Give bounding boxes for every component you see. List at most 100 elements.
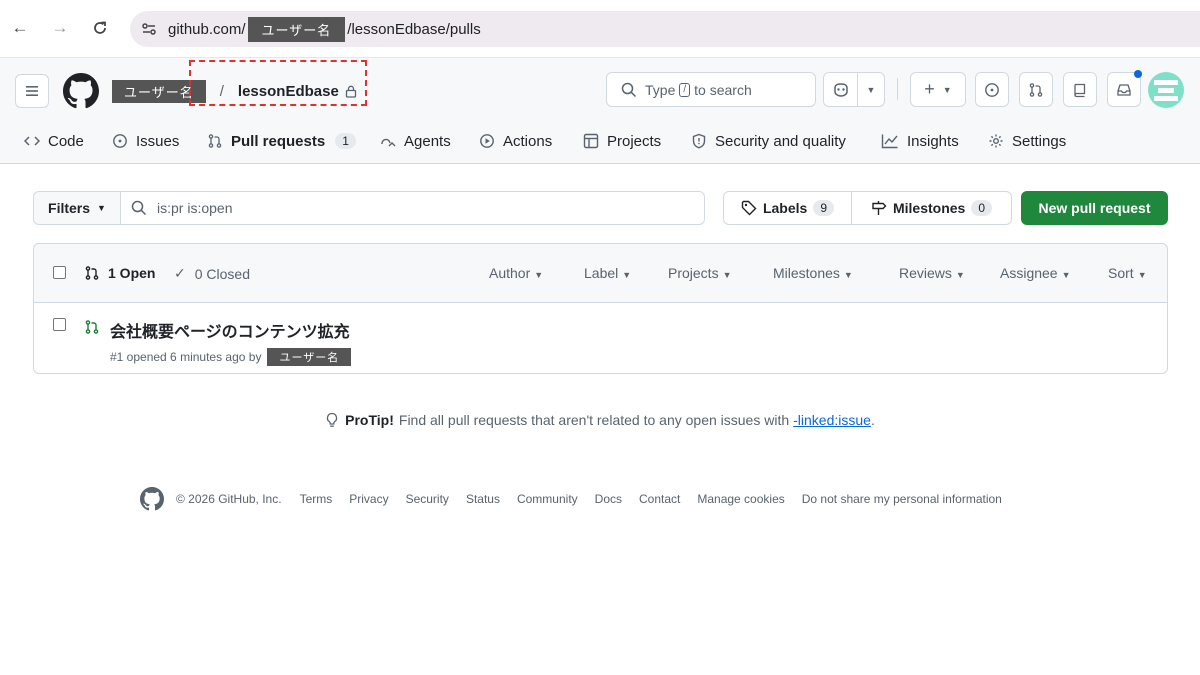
header-divider	[897, 78, 898, 100]
pull-request-meta-text: #1 opened 6 minutes ago by	[110, 350, 262, 364]
repositories-icon-button[interactable]	[1063, 72, 1097, 107]
tab-agents[interactable]: Agents	[378, 126, 451, 156]
protip-link[interactable]: -linked:issue	[793, 412, 871, 428]
author-filter[interactable]: Author ▼	[489, 265, 543, 281]
forward-icon[interactable]: →	[48, 16, 72, 40]
sort-filter[interactable]: Sort ▼	[1108, 265, 1147, 281]
protip-label: ProTip!	[345, 412, 394, 428]
tab-insights[interactable]: Insights	[881, 126, 959, 156]
back-icon[interactable]: ←	[8, 16, 32, 40]
tab-settings[interactable]: Settings	[988, 126, 1066, 156]
protip: ProTip! Find all pull requests that aren…	[0, 412, 1200, 428]
git-pull-request-open-icon	[84, 319, 100, 335]
avatar[interactable]	[1148, 72, 1184, 108]
list-item: 会社概要ページのコンテンツ拡充 #1 opened 6 minutes ago …	[34, 303, 1167, 373]
footer-link-status[interactable]: Status	[466, 492, 500, 506]
code-icon	[24, 133, 40, 149]
reload-icon[interactable]	[88, 16, 112, 40]
copilot-caret-icon[interactable]: ▼	[858, 85, 884, 95]
tab-code[interactable]: Code	[24, 126, 84, 156]
footer-link-community[interactable]: Community	[517, 492, 578, 506]
caret-down-icon: ▼	[534, 270, 544, 280]
milestones-filter[interactable]: Milestones ▼	[773, 265, 853, 281]
repo-icon	[1074, 83, 1086, 97]
row-checkbox[interactable]	[53, 318, 66, 331]
pull-requests-icon-button[interactable]	[1019, 72, 1053, 107]
filter-search-input[interactable]: is:pr is:open	[121, 200, 232, 216]
tab-settings-label: Settings	[1012, 132, 1067, 150]
labels-button[interactable]: Labels 9	[724, 192, 852, 224]
footer-link-do-not-share[interactable]: Do not share my personal information	[802, 492, 1002, 506]
closed-filter-link[interactable]: ✓ 0 Closed	[174, 265, 250, 282]
open-count-label: 1 Open	[108, 265, 156, 281]
tab-security-label: Security and quality	[715, 132, 846, 150]
footer: © 2026 GitHub, Inc. Terms Privacy Securi…	[140, 487, 1019, 511]
closed-count-label: 0 Closed	[194, 265, 250, 282]
github-header: ユーザー名 / lessonEdbase Type / to search ▼ …	[0, 58, 1200, 164]
graph-icon	[881, 133, 899, 149]
filters-button[interactable]: Filters ▼	[34, 192, 121, 224]
address-bar[interactable]: github.com/ユーザー名/lessonEdbase/pulls	[130, 11, 1200, 47]
caret-down-icon: ▼	[955, 270, 965, 280]
milestones-filter-label: Milestones	[773, 265, 840, 281]
open-filter-link[interactable]: 1 Open	[84, 265, 155, 281]
footer-link-contact[interactable]: Contact	[639, 492, 680, 506]
tab-pull-requests-label: Pull requests	[231, 132, 326, 150]
caret-down-icon: ▼	[1137, 270, 1147, 280]
pull-request-author-link[interactable]: ユーザー名	[267, 348, 352, 366]
copilot-button[interactable]: ▼	[823, 72, 885, 107]
repo-tabs: Code Issues Pull requests 1 Agents Actio…	[0, 122, 1200, 160]
reviews-filter[interactable]: Reviews ▼	[899, 265, 965, 281]
tab-actions[interactable]: Actions	[479, 126, 552, 156]
github-logo-icon[interactable]	[63, 73, 99, 109]
shield-icon	[691, 133, 707, 149]
milestones-button[interactable]: Milestones 0	[852, 192, 1011, 224]
assignee-filter-label: Assignee	[1000, 265, 1058, 281]
create-caret-icon: ▼	[942, 84, 952, 95]
footer-link-docs[interactable]: Docs	[595, 492, 622, 506]
new-pull-request-button[interactable]: New pull request	[1021, 191, 1168, 225]
select-all-checkbox[interactable]	[53, 266, 66, 279]
create-new-button[interactable]: + ▼	[910, 72, 966, 107]
pull-request-meta: #1 opened 6 minutes ago by ユーザー名	[110, 348, 352, 366]
footer-link-terms[interactable]: Terms	[300, 492, 333, 506]
protip-end: .	[870, 412, 875, 428]
github-footer-logo-icon[interactable]	[140, 487, 164, 511]
sort-filter-label: Sort	[1108, 265, 1134, 281]
label-filter[interactable]: Label ▼	[584, 265, 631, 281]
labels-count: 9	[813, 200, 835, 216]
tab-insights-label: Insights	[907, 132, 959, 150]
assignee-filter[interactable]: Assignee ▼	[1000, 265, 1071, 281]
pull-request-title-link[interactable]: 会社概要ページのコンテンツ拡充	[110, 318, 350, 342]
pull-request-list: 1 Open ✓ 0 Closed Author ▼ Label ▼ Project…	[33, 243, 1168, 374]
pull-requests-counter: 1	[335, 133, 356, 149]
inbox-icon	[1117, 83, 1131, 96]
check-icon: ✓	[174, 265, 186, 281]
issue-opened-icon	[112, 133, 128, 149]
site-settings-icon[interactable]	[140, 20, 158, 38]
projects-filter-label: Projects	[668, 265, 719, 281]
tab-pull-requests[interactable]: Pull requests 1	[207, 126, 356, 156]
labels-label: Labels	[762, 200, 808, 216]
projects-filter[interactable]: Projects ▼	[668, 265, 732, 281]
search-input[interactable]: Type / to search	[606, 72, 816, 107]
issue-opened-icon	[985, 82, 999, 97]
filter-bar: Filters ▼ is:pr is:open	[33, 191, 705, 225]
tab-projects[interactable]: Projects	[583, 126, 661, 156]
tab-security-and-quality[interactable]: Security and quality	[691, 126, 846, 156]
caret-down-icon: ▼	[843, 270, 853, 280]
milestones-count: 0	[971, 200, 993, 216]
footer-link-security[interactable]: Security	[406, 492, 449, 506]
protip-text: Find all pull requests that aren't relat…	[398, 412, 790, 428]
tab-issues[interactable]: Issues	[112, 126, 179, 156]
browser-toolbar: ← → github.com/ユーザー名/lessonEdbase/pulls	[0, 0, 1200, 58]
issues-icon-button[interactable]	[975, 72, 1009, 107]
label-filter-label: Label	[584, 265, 619, 281]
copilot-icon[interactable]	[824, 73, 858, 106]
tag-icon	[741, 200, 757, 216]
footer-link-privacy[interactable]: Privacy	[349, 492, 388, 506]
url-redacted: ユーザー名	[247, 16, 346, 42]
menu-icon[interactable]	[15, 74, 49, 108]
footer-link-manage-cookies[interactable]: Manage cookies	[697, 492, 784, 506]
list-header: 1 Open ✓ 0 Closed Author ▼ Label ▼ Project…	[34, 244, 1167, 303]
